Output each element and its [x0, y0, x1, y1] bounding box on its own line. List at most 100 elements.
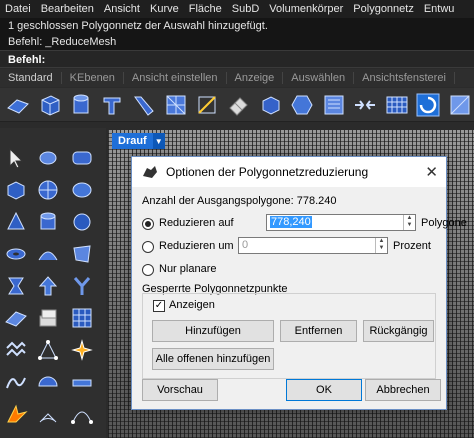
- mesh-sweep-icon[interactable]: [130, 91, 159, 119]
- left-tool-palette: [0, 128, 106, 438]
- mesh-explode-icon[interactable]: [2, 400, 30, 428]
- mesh-box-icon[interactable]: [36, 91, 65, 119]
- mesh-branch-icon[interactable]: [68, 272, 96, 300]
- show-checkbox[interactable]: ✓: [153, 300, 165, 312]
- point-ellipse-icon[interactable]: [34, 144, 62, 172]
- cancel-button[interactable]: Abbrechen: [365, 379, 441, 401]
- command-history-line: 1 geschlossen Polygonnetz der Auswahl hi…: [8, 20, 268, 32]
- tab-anzeige[interactable]: Anzeige: [227, 72, 284, 84]
- tab-auswaehlen[interactable]: Auswählen: [283, 72, 355, 84]
- rhino-logo-icon: [143, 166, 157, 178]
- spinner-arrows-icon[interactable]: ▲ ▼: [375, 238, 387, 253]
- mesh-disk-icon[interactable]: [68, 208, 96, 236]
- close-icon[interactable]: ✕: [425, 163, 438, 181]
- preview-button[interactable]: Vorschau: [142, 379, 218, 401]
- menu-bearbeiten[interactable]: Bearbeiten: [36, 3, 99, 15]
- menu-polygonnetz[interactable]: Polygonnetz: [348, 3, 419, 15]
- planar-only-radio[interactable]: [142, 264, 154, 276]
- mesh-reduce-icon[interactable]: [414, 91, 443, 119]
- command-history-line: Befehl: _ReduceMesh: [8, 36, 117, 48]
- reduce-to-unit: Polygone: [421, 217, 467, 229]
- command-prompt[interactable]: Befehl:: [0, 50, 474, 68]
- menu-entwurf[interactable]: Entwu: [419, 3, 460, 15]
- menu-flaeche[interactable]: Fläche: [184, 3, 227, 15]
- mesh-edit-icon[interactable]: [319, 91, 348, 119]
- reduce-by-unit: Prozent: [393, 240, 431, 252]
- mesh-twist-icon[interactable]: [2, 272, 30, 300]
- mesh-toolbar: [0, 88, 474, 122]
- mesh-cube-icon[interactable]: [256, 91, 285, 119]
- select-arrow-icon[interactable]: [2, 144, 30, 172]
- add-button[interactable]: Hinzufügen: [152, 320, 274, 342]
- tab-standard[interactable]: Standard: [0, 72, 62, 84]
- toolbar-tabs: Standard KEbenen Ansicht einstellen Anze…: [0, 69, 474, 87]
- mesh-grid-icon[interactable]: [382, 91, 411, 119]
- add-all-open-button[interactable]: Alle offenen hinzufügen: [152, 348, 274, 370]
- tab-ansichtsfenster[interactable]: Ansichtsfensterei: [354, 72, 455, 84]
- dialog-title: Optionen der Polygonnetzreduzierung: [166, 165, 369, 179]
- mesh-patch-icon[interactable]: [162, 91, 191, 119]
- mesh-plane-icon[interactable]: [4, 91, 33, 119]
- mesh-smooth-icon[interactable]: [2, 368, 30, 396]
- locked-vertices-group: ✓ Anzeigen Hinzufügen Entfernen Rückgäng…: [142, 293, 436, 379]
- mesh-star-icon[interactable]: [68, 336, 96, 364]
- ok-button[interactable]: OK: [286, 379, 362, 401]
- mesh-loft-icon[interactable]: [34, 240, 62, 268]
- show-label: Anzeigen: [169, 299, 215, 311]
- mesh-slab-icon[interactable]: [68, 368, 96, 396]
- mesh-eraser-icon[interactable]: [225, 91, 254, 119]
- menu-datei[interactable]: Datei: [0, 3, 36, 15]
- mesh-wire-icon[interactable]: [68, 304, 96, 332]
- viewport-label: Drauf: [118, 135, 147, 147]
- source-count-row: Anzahl der Ausgangspolygone: 778.240: [142, 195, 337, 207]
- mesh-cylinder-tool-icon[interactable]: [34, 208, 62, 236]
- source-count-value: 778.240: [296, 195, 337, 207]
- mesh-layers-icon[interactable]: [34, 304, 62, 332]
- mesh-torus-icon[interactable]: [2, 240, 30, 268]
- reduce-to-value: 778,240: [270, 216, 312, 228]
- mesh-curve-points-icon[interactable]: [68, 400, 96, 428]
- remove-button[interactable]: Entfernen: [280, 320, 357, 342]
- rounded-rect-icon[interactable]: [68, 144, 96, 172]
- spinner-arrows-icon[interactable]: ▲ ▼: [403, 215, 415, 230]
- mesh-points-icon[interactable]: [34, 336, 62, 364]
- tab-kebenen[interactable]: KEbenen: [62, 72, 124, 84]
- mesh-cube-tool-icon[interactable]: [2, 176, 30, 204]
- source-count-label: Anzahl der Ausgangspolygone:: [142, 195, 294, 207]
- undo-button[interactable]: Rückgängig: [363, 320, 434, 342]
- reduce-to-radio[interactable]: [142, 218, 154, 230]
- menu-subd[interactable]: SubD: [227, 3, 265, 15]
- mesh-flat-grid-icon[interactable]: [2, 304, 30, 332]
- mesh-cone-icon[interactable]: [2, 208, 30, 236]
- reduce-by-input[interactable]: 0 ▲ ▼: [238, 237, 388, 254]
- menu-ansicht[interactable]: Ansicht: [99, 3, 145, 15]
- menu-volumenkoerper[interactable]: Volumenkörper: [264, 3, 348, 15]
- tab-ansicht-einstellen[interactable]: Ansicht einstellen: [124, 72, 227, 84]
- mesh-arrow-icon[interactable]: [34, 272, 62, 300]
- mesh-curved-patch-icon[interactable]: [68, 240, 96, 268]
- mesh-dome-icon[interactable]: [34, 368, 62, 396]
- reduce-mesh-dialog: Optionen der Polygonnetzreduzierung ✕ An…: [131, 156, 467, 410]
- chevron-down-icon[interactable]: ▼: [152, 133, 165, 149]
- reduce-by-value: 0: [242, 239, 249, 251]
- mesh-sphere-icon[interactable]: [34, 176, 62, 204]
- command-history: 1 geschlossen Polygonnetz der Auswahl hi…: [0, 18, 474, 50]
- menu-bar: Datei Bearbeiten Ansicht Kurve Fläche Su…: [0, 0, 474, 18]
- mesh-sector-icon[interactable]: [34, 400, 62, 428]
- mesh-ellipsoid-icon[interactable]: [68, 176, 96, 204]
- dialog-titlebar: Optionen der Polygonnetzreduzierung ✕: [132, 157, 446, 187]
- mesh-wave-icon[interactable]: [2, 336, 30, 364]
- menu-kurve[interactable]: Kurve: [145, 3, 184, 15]
- reduce-to-label: Reduzieren auf: [159, 217, 234, 229]
- reduce-by-radio[interactable]: [142, 241, 154, 253]
- planar-only-label: Nur planare: [159, 263, 217, 275]
- mesh-hexagon-icon[interactable]: [288, 91, 317, 119]
- mesh-extrude-icon[interactable]: [99, 91, 128, 119]
- viewport-tab[interactable]: Drauf ▼: [112, 133, 165, 149]
- mesh-cylinder-icon[interactable]: [67, 91, 96, 119]
- mesh-from-curve-icon[interactable]: [193, 91, 222, 119]
- reduce-by-label: Reduzieren um: [159, 240, 234, 252]
- mesh-split-icon[interactable]: [351, 91, 380, 119]
- mesh-weld-icon[interactable]: [445, 91, 474, 119]
- reduce-to-input[interactable]: 778,240 ▲ ▼: [266, 214, 416, 231]
